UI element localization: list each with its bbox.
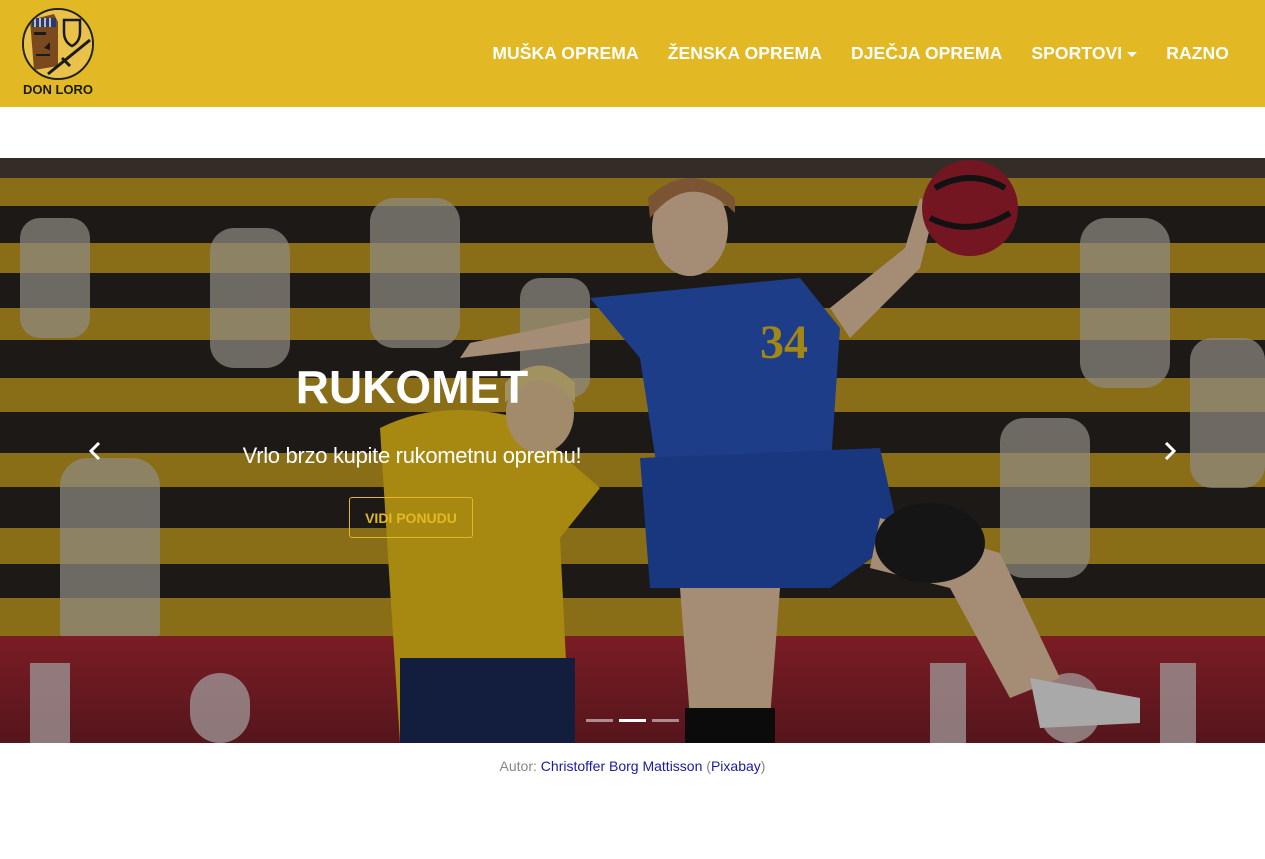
view-offer-button[interactable]: VIDI PONUDU (349, 497, 473, 538)
slide-caption-title: RUKOMET (295, 361, 529, 413)
chevron-left-icon (89, 441, 101, 460)
carousel-indicators (0, 719, 1265, 722)
carousel-prev-control[interactable] (0, 158, 190, 743)
caret-down-icon (1127, 51, 1138, 57)
nav-link-razno[interactable]: RAZNO (1166, 43, 1229, 64)
slide-caption-text: Vrlo brzo kupite rukometnu opremu! (242, 443, 582, 468)
nav-link-djecja-oprema[interactable]: DJEČJA OPREMA (851, 43, 1002, 64)
nav-link-muska-oprema[interactable]: MUŠKA OPREMA (492, 43, 638, 64)
credit-prefix: Autor: (499, 758, 541, 774)
credit-author-link[interactable]: Christoffer Borg Mattisson (541, 758, 703, 774)
navbar: DON LORO MUŠKA OPREMA ŽENSKA OPREMA DJEČ… (0, 0, 1265, 107)
hero-carousel: 34 RUKOMET Vrlo brzo kupite rukometnu op… (0, 158, 1265, 743)
nav-dropdown-sportovi[interactable]: SPORTOVI (1031, 43, 1138, 64)
main-nav: MUŠKA OPREMA ŽENSKA OPREMA DJEČJA OPREMA… (463, 0, 1229, 107)
chevron-right-icon (1164, 441, 1176, 460)
credit-close-paren: ) (760, 758, 766, 774)
nav-dropdown-sportovi-label: SPORTOVI (1031, 43, 1123, 63)
credit-source-link[interactable]: Pixabay (711, 758, 761, 774)
nav-link-zenska-oprema[interactable]: ŽENSKA OPREMA (668, 43, 822, 64)
carousel-indicator-1[interactable] (586, 719, 613, 722)
carousel-indicator-2[interactable] (619, 719, 646, 722)
carousel-next-control[interactable] (1075, 158, 1265, 743)
credit-open-paren: ( (702, 758, 711, 774)
carousel-indicator-3[interactable] (652, 719, 679, 722)
image-credit: Autor: Christoffer Borg Mattisson (Pixab… (0, 758, 1265, 774)
knight-shield-sword-icon (22, 8, 94, 80)
brand-logo-link[interactable]: DON LORO (18, 8, 98, 100)
brand-name: DON LORO (22, 82, 94, 97)
